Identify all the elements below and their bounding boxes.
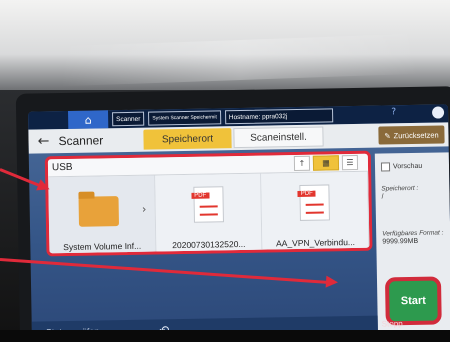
list-item-folder[interactable]: › System Volume Inf...	[48, 175, 157, 257]
file-name: AA_VPN_Verbindu...	[275, 236, 356, 249]
preview-toggle[interactable]: Vorschau	[380, 158, 449, 173]
pencil-icon: ✎	[384, 130, 391, 140]
annotation-arrowhead	[325, 275, 339, 289]
pdf-tag: PDF	[297, 190, 316, 197]
pdf-icon: PDF	[191, 186, 224, 223]
pdf-icon: PDF	[297, 184, 331, 221]
file-name: System Volume Inf...	[63, 240, 142, 253]
checkbox-icon	[380, 161, 391, 172]
grid-view-button[interactable]: ▦	[312, 155, 340, 171]
reset-button[interactable]: ✎ Zurücksetzen	[378, 125, 445, 145]
format-value: 9999.99MB	[382, 237, 419, 246]
device-photo: ⌂ Scanner System Scanner Speichermit Hos…	[0, 0, 450, 342]
chevron-right-icon: ›	[141, 202, 147, 216]
document-lines	[199, 205, 218, 216]
side-panel: Vorschau Speicherort : / Verfügbares For…	[374, 152, 450, 338]
view-controls: ↑ ▦ ☰	[293, 154, 359, 172]
energy-saver-icon[interactable]	[431, 106, 445, 119]
bottom-shadow	[0, 330, 450, 342]
file-browser: USB ↑ ▦ ☰ › System Volume Inf... PDF 202…	[44, 150, 373, 257]
stop-button[interactable]: Stopp	[382, 319, 403, 328]
app-indicator: Scanner	[112, 111, 145, 127]
file-name: 20200730132520...	[172, 238, 246, 251]
start-button[interactable]: Start	[384, 276, 442, 326]
reset-label: Zurücksetzen	[393, 130, 439, 140]
location-label: Speicherort :	[381, 184, 419, 193]
file-list: › System Volume Inf... PDF 2020073013252…	[48, 171, 370, 257]
folder-icon	[78, 196, 120, 227]
home-icon: ⌂	[84, 113, 92, 127]
back-button[interactable]: ←	[32, 130, 54, 152]
help-icon[interactable]: ?	[391, 107, 396, 117]
preview-label: Vorschau	[392, 162, 423, 170]
format-label: Verfügbares Format :	[382, 229, 444, 238]
pdf-tag: PDF	[191, 192, 210, 199]
tab-scaneinstell[interactable]: Scaneinstell.	[233, 126, 324, 149]
list-item-pdf[interactable]: PDF 20200730132520...	[154, 173, 263, 255]
document-lines	[306, 203, 325, 214]
touch-screen: ⌂ Scanner System Scanner Speichermit Hos…	[28, 104, 450, 342]
location-title: USB	[51, 161, 73, 174]
breadcrumb: System Scanner Speichermit	[148, 110, 221, 126]
tab-speicherort[interactable]: Speicherort	[143, 128, 232, 150]
page-title: Scanner	[58, 133, 104, 149]
hostname-field: Hostname: ppra032j	[224, 108, 333, 125]
location-value: /	[381, 193, 384, 201]
list-view-button[interactable]: ☰	[341, 154, 359, 171]
home-button[interactable]: ⌂	[68, 110, 109, 129]
list-item-pdf[interactable]: PDF AA_VPN_Verbindu...	[261, 171, 370, 253]
up-folder-button[interactable]: ↑	[293, 155, 311, 172]
